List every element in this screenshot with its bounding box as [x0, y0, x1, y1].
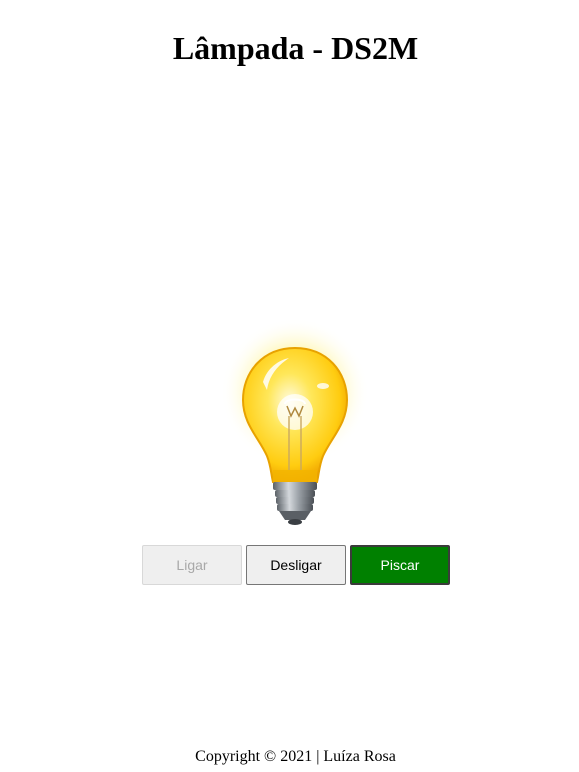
blink-button[interactable]: Piscar: [350, 545, 450, 585]
turn-off-button[interactable]: Desligar: [246, 545, 346, 585]
lamp-controls: Ligar Desligar Piscar: [142, 545, 452, 585]
lightbulb-on-icon: [221, 320, 369, 525]
footer-copyright: Copyright © 2021 | Luíza Rosa: [195, 748, 396, 765]
turn-on-button[interactable]: Ligar: [142, 545, 242, 585]
page-title: Lâmpada - DS2M: [172, 30, 419, 66]
lamp-image: [215, 320, 375, 530]
